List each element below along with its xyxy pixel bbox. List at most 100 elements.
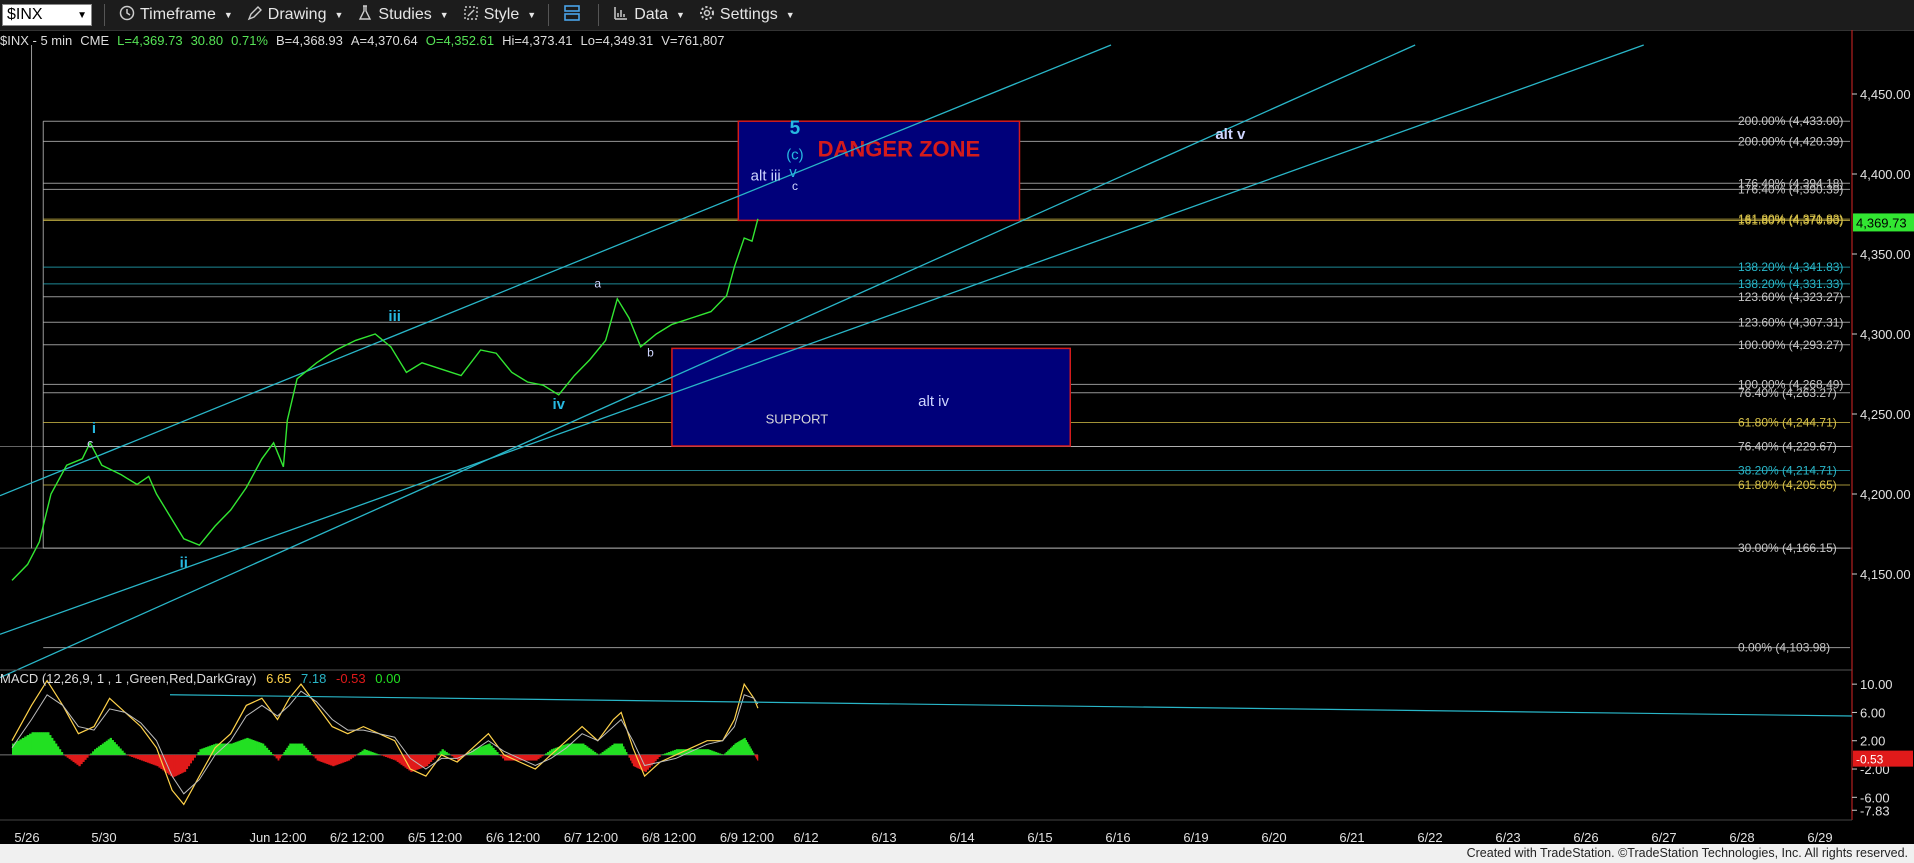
- x-tick-label: 6/28: [1729, 830, 1754, 844]
- wave-label: a: [594, 277, 601, 291]
- style-icon: [463, 5, 479, 26]
- macd-bar: [271, 754, 275, 755]
- wave-label: i: [92, 420, 96, 437]
- macd-bar: [757, 754, 759, 761]
- macd-bar: [193, 754, 196, 758]
- macd-bar: [353, 754, 357, 757]
- danger-zone-label: DANGER ZONE: [818, 136, 981, 161]
- macd-bar: [310, 754, 314, 755]
- macd-bar: [123, 752, 126, 755]
- chevron-down-icon: ▼: [785, 10, 795, 20]
- fib-label: 161.80% (4,370.90): [1738, 214, 1843, 228]
- macd-bar: [16, 740, 20, 755]
- wave-label: 5: [790, 118, 801, 139]
- macd-value: 6.65: [266, 671, 292, 686]
- macd-bar: [720, 754, 724, 755]
- drawing-menu[interactable]: Drawing ▼: [247, 0, 343, 30]
- layout-icon: [563, 4, 581, 27]
- x-tick-label: 5/31: [173, 830, 198, 844]
- x-tick-label: 6/19: [1183, 830, 1208, 844]
- timeframe-menu[interactable]: Timeframe ▼: [119, 0, 233, 30]
- x-tick-label: 6/15: [1027, 830, 1052, 844]
- y-tick-label: 4,150.00: [1860, 567, 1911, 582]
- macd-line: [11, 679, 759, 806]
- fib-label: 138.20% (4,341.83): [1738, 260, 1843, 274]
- macd-legend: MACD (12,26,9, 1 , 1 ,Green,Red,DarkGray…: [0, 671, 407, 686]
- wave-label: b: [647, 345, 654, 359]
- x-tick-label: 6/21: [1339, 830, 1364, 844]
- macd-bar: [19, 739, 23, 755]
- wave-label: alt iv: [918, 393, 949, 410]
- channel-line: [0, 44, 1416, 679]
- fib-label: 138.20% (4,331.33): [1738, 277, 1843, 291]
- x-tick-label: 6/9 12:00: [720, 830, 774, 844]
- last-price-label: 4,369.73: [1856, 215, 1907, 230]
- macd-bar: [377, 754, 380, 755]
- macd-bar: [26, 735, 30, 755]
- fib-label: 200.00% (4,420.39): [1738, 134, 1843, 148]
- x-tick-label: 6/23: [1495, 830, 1520, 844]
- wave-label: c: [87, 437, 93, 451]
- chevron-down-icon: ▼: [223, 10, 233, 20]
- x-tick-label: 5/26: [14, 830, 39, 844]
- price-chart[interactable]: 200.00% (4,433.00) 200.00% (4,420.39) 176.…: [0, 30, 1914, 844]
- macd-bar: [21, 737, 25, 755]
- x-tick-label: 6/13: [871, 830, 896, 844]
- y-tick-label: 4,350.00: [1860, 247, 1911, 262]
- macd-bar: [658, 754, 661, 757]
- chevron-down-icon: ▼: [439, 10, 449, 20]
- chevron-down-icon: ▼: [675, 10, 685, 20]
- wave-label: ii: [180, 555, 188, 572]
- macd-bar: [447, 753, 450, 755]
- data-menu[interactable]: Data ▼: [613, 0, 685, 30]
- style-menu[interactable]: Style ▼: [463, 0, 537, 30]
- wave-label: c: [792, 179, 798, 193]
- macd-label: MACD (12,26,9, 1 , 1 ,Green,Red,DarkGray…: [0, 671, 257, 686]
- macd-bar: [541, 754, 544, 757]
- price-line: [11, 218, 759, 581]
- macd-y-tick-label: 6.00: [1860, 705, 1885, 720]
- data-label: Data: [634, 6, 668, 23]
- macd-current-label: -0.53: [1856, 753, 1884, 767]
- macd-avg: 7.18: [301, 671, 327, 686]
- macd-bar: [595, 753, 599, 755]
- settings-menu[interactable]: Settings ▼: [699, 0, 795, 30]
- symbol-input[interactable]: $INX ▼: [2, 4, 92, 26]
- settings-label: Settings: [719, 6, 778, 23]
- fib-label: 176.40% (4,390.39): [1738, 182, 1843, 196]
- macd-panel: 10.006.002.00-2.00-6.00-7.83-0.53: [0, 669, 1913, 818]
- fib-label: 200.00% (4,433.00): [1738, 114, 1843, 128]
- macd-histogram: [12, 732, 759, 778]
- macd-y-tick-label: 10.00: [1860, 677, 1893, 692]
- macd-bar: [752, 752, 755, 755]
- layout-button[interactable]: [563, 0, 586, 30]
- clock-icon: [119, 5, 135, 26]
- x-tick-label: 6/22: [1417, 830, 1442, 844]
- macd-bar: [498, 754, 501, 755]
- macd-bar: [24, 736, 28, 755]
- wave-label: (c): [786, 147, 804, 164]
- timeframe-label: Timeframe: [140, 6, 216, 23]
- x-tick-label: 6/14: [949, 830, 974, 844]
- x-tick-label: 6/29: [1807, 830, 1832, 844]
- x-tick-label: 5/30: [91, 830, 116, 844]
- studies-menu[interactable]: Studies ▼: [357, 0, 449, 30]
- x-tick-label: 6/27: [1651, 830, 1676, 844]
- x-tick-label: 6/5 12:00: [408, 830, 462, 844]
- chart-toolbar: $INX ▼ Timeframe ▼ Drawing ▼ Studies ▼ S…: [0, 0, 1914, 31]
- wave-label: alt iii: [751, 167, 781, 184]
- macd-bar: [60, 752, 64, 755]
- macd-bar: [625, 752, 628, 755]
- macd-zero: 0.00: [375, 671, 401, 686]
- y-tick-label: 4,250.00: [1860, 407, 1911, 422]
- macd-y-tick-label: -7.83: [1860, 803, 1890, 818]
- chevron-down-icon: ▼: [527, 10, 537, 20]
- x-tick-label: 6/20: [1261, 830, 1286, 844]
- drawing-label: Drawing: [267, 6, 327, 23]
- fib-label: 100.00% (4,293.27): [1738, 338, 1843, 352]
- wave-label: alt v: [1215, 126, 1246, 143]
- macd-bar: [435, 754, 439, 756]
- x-tick-label: 6/8 12:00: [642, 830, 696, 844]
- macd-diff: -0.53: [335, 671, 366, 686]
- fib-label: 0.00% (4,103.98): [1738, 641, 1830, 655]
